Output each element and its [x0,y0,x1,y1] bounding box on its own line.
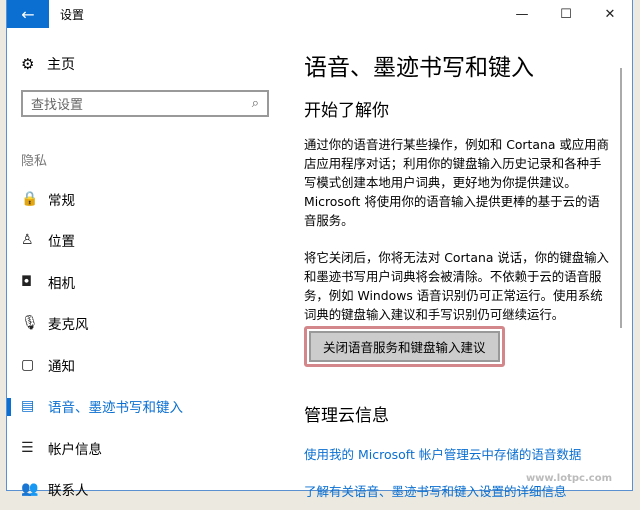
title-bar: ← 设置 — ☐ ✕ [7,0,632,28]
sidebar-home[interactable]: ⚙主页 [21,54,75,74]
page-title: 语音、墨迹书写和键入 [304,48,624,82]
account-info-icon: ☰ [21,440,48,456]
sidebar-item-notifications[interactable]: ▢通知 [7,344,297,386]
camera-icon: ◘ [21,274,48,290]
sidebar-item-label: 通知 [48,355,75,375]
sidebar-item-speech[interactable]: ▤语音、墨迹书写和键入 [7,386,297,428]
section-heading: 管理云信息 [304,401,624,426]
gear-icon: ⚙ [21,55,47,73]
sidebar-item-contacts[interactable]: 👥联系人 [7,469,297,510]
description-text: 将它关闭后，你将无法对 Cortana 说话，你的键盘输入和墨迹书写用户词典将会… [304,248,610,324]
scrollbar[interactable] [620,68,622,328]
speech-icon: ▤ [21,398,48,414]
sidebar-item-label: 语音、墨迹书写和键入 [48,396,183,416]
sidebar-item-account-info[interactable]: ☰帐户信息 [7,427,297,469]
highlight-box: 关闭语音服务和键盘输入建议 [304,326,505,367]
turn-off-speech-button[interactable]: 关闭语音服务和键盘输入建议 [309,331,500,362]
notification-icon: ▢ [21,357,48,373]
sidebar-item-label: 麦克风 [48,313,89,333]
back-arrow-icon: ← [21,5,34,24]
sidebar: ⚙主页 查找设置 ⌕ 隐私 🔒常规 ♙位置 ◘相机 🎙麦克风 ▢通知 ▤语音、墨迹… [7,28,297,490]
home-label: 主页 [47,54,75,74]
sidebar-item-general[interactable]: 🔒常规 [7,178,297,220]
sidebar-item-label: 帐户信息 [48,438,102,458]
sidebar-item-label: 相机 [48,272,75,292]
search-input[interactable]: 查找设置 ⌕ [21,90,269,117]
sidebar-item-label: 位置 [48,230,75,250]
contacts-icon: 👥 [21,481,48,497]
section-heading: 开始了解你 [304,96,624,121]
sidebar-item-location[interactable]: ♙位置 [7,220,297,262]
settings-window: ← 设置 — ☐ ✕ ⚙主页 查找设置 ⌕ 隐私 🔒常规 ♙位置 ◘相机 🎙麦克风… [6,0,633,491]
location-icon: ♙ [21,232,48,248]
sidebar-item-microphone[interactable]: 🎙麦克风 [7,303,297,345]
lock-icon: 🔒 [21,191,48,207]
sidebar-item-label: 常规 [48,189,75,209]
manage-cloud-data-link[interactable]: 使用我的 Microsoft 帐户管理云中存储的语音数据 [304,444,624,463]
minimize-button[interactable]: — [500,0,544,28]
watermark: www.lotpc.com [526,473,612,484]
sidebar-nav: 🔒常规 ♙位置 ◘相机 🎙麦克风 ▢通知 ▤语音、墨迹书写和键入 ☰帐户信息 👥… [7,178,297,510]
search-icon[interactable]: ⌕ [252,96,259,111]
window-title: 设置 [60,6,84,23]
section-heading-privacy: 隐私 [21,150,47,169]
description-text: 通过你的语音进行某些操作，例如和 Cortana 或应用商店应用程序对话；利用你… [304,135,610,230]
close-button[interactable]: ✕ [588,0,632,28]
microphone-icon: 🎙 [21,315,48,331]
sidebar-item-camera[interactable]: ◘相机 [7,261,297,303]
back-button[interactable]: ← [7,0,49,28]
sidebar-item-label: 联系人 [48,479,89,499]
search-placeholder: 查找设置 [31,94,83,113]
maximize-button[interactable]: ☐ [544,0,588,28]
content-pane: 语音、墨迹书写和键入 开始了解你 通过你的语音进行某些操作，例如和 Cortan… [304,28,624,490]
